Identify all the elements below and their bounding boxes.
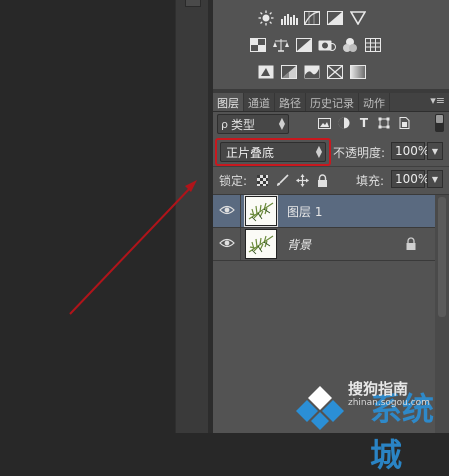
- filter-kind-label: 类型: [230, 117, 255, 132]
- tab-history[interactable]: 历史记录: [306, 93, 359, 111]
- layer-name[interactable]: 背景: [287, 236, 311, 253]
- tab-paths[interactable]: 路径: [275, 93, 306, 111]
- lock-move-icon[interactable]: [295, 173, 309, 187]
- watermark-logo-icon: [296, 386, 344, 430]
- eye-separator: [240, 195, 241, 227]
- bw-icon[interactable]: [295, 37, 313, 53]
- filter-kind-select[interactable]: ρ 类型 ▲ ▼: [217, 114, 289, 134]
- threshold-icon[interactable]: [303, 64, 321, 80]
- vibrance-icon[interactable]: [249, 37, 267, 53]
- lock-all-icon[interactable]: [315, 173, 329, 187]
- layers-list: 图层 1 背景: [213, 195, 449, 261]
- watermark-url: zhinan.sogou.com: [348, 398, 430, 408]
- scrollbar-thumb[interactable]: [438, 197, 446, 317]
- adjustments-row-1: [257, 10, 367, 26]
- layer-thumbnail[interactable]: [245, 229, 277, 259]
- panel-menu-icon[interactable]: ▾≡: [430, 93, 449, 111]
- shape-filter-icon[interactable]: [377, 116, 391, 130]
- eye-icon[interactable]: [219, 236, 235, 250]
- tab-actions[interactable]: 动作: [359, 93, 390, 111]
- opacity-dropdown-icon[interactable]: ▼: [427, 142, 443, 160]
- lock-label: 锁定:: [219, 174, 248, 188]
- layer-filter-row: ρ 类型 ▲ ▼ T: [217, 114, 445, 134]
- spinner-arrows-icon: ▲ ▼: [315, 144, 322, 159]
- fill-label: 填充:: [356, 174, 385, 188]
- balance-icon[interactable]: [272, 37, 290, 53]
- layer-name[interactable]: 图层 1: [287, 203, 322, 220]
- opacity-label: 不透明度:: [333, 146, 386, 160]
- fill-dropdown-icon[interactable]: ▼: [427, 170, 443, 188]
- document-canvas[interactable]: [0, 0, 175, 433]
- color-lookup-icon[interactable]: [364, 37, 382, 53]
- layer-row[interactable]: 图层 1: [213, 195, 449, 228]
- adjustments-row-3: [257, 64, 367, 80]
- collapsed-panel-strip: [175, 0, 209, 433]
- lock-transparent-icon[interactable]: [255, 173, 269, 187]
- selective-color-icon[interactable]: [349, 64, 367, 80]
- watermark-brand: 搜狗指南: [348, 380, 409, 398]
- eye-separator: [240, 228, 241, 260]
- channel-mixer-icon[interactable]: [341, 37, 359, 53]
- adjustments-row-2: [249, 37, 382, 53]
- exposure-icon[interactable]: [326, 10, 344, 26]
- layer-thumbnail[interactable]: [244, 195, 278, 227]
- invert-icon[interactable]: [257, 64, 275, 80]
- fill-input[interactable]: 100%: [391, 170, 429, 188]
- lock-paint-icon[interactable]: [275, 173, 289, 187]
- smart-object-filter-icon[interactable]: [397, 116, 411, 130]
- right-panel-dock: 图层 通道 路径 历史记录 动作 ▾≡ ρ 类型 ▲▼ T 正片叠底 ▲▼: [213, 0, 449, 433]
- posterize-icon[interactable]: [280, 64, 298, 80]
- panel-tabs: 图层 通道 路径 历史记录 动作 ▾≡: [213, 93, 449, 112]
- curves-icon[interactable]: [303, 10, 321, 26]
- watermark: 系统城 搜狗指南 zhinan.sogou.com: [296, 376, 449, 474]
- photo-filter-icon[interactable]: [318, 37, 336, 53]
- spinner-arrows-icon: ▲ ▼: [278, 116, 285, 131]
- lock-fill-row: 锁定: 填充: 100% ▼: [213, 166, 449, 195]
- filter-toggle-switch[interactable]: [435, 114, 444, 132]
- opacity-input[interactable]: 100%: [391, 142, 429, 160]
- gradient-map-icon[interactable]: [326, 64, 344, 80]
- eye-icon[interactable]: [219, 203, 235, 217]
- blend-mode-value: 正片叠底: [226, 145, 275, 160]
- triangle-icon[interactable]: [349, 10, 367, 26]
- tab-layers[interactable]: 图层: [213, 93, 244, 111]
- levels-icon[interactable]: [280, 10, 298, 26]
- blend-mode-select[interactable]: 正片叠底 ▲ ▼: [220, 142, 326, 162]
- image-filter-icon[interactable]: [317, 116, 331, 130]
- layer-row[interactable]: 背景: [213, 228, 449, 261]
- brightness-icon[interactable]: [257, 10, 275, 26]
- adjustments-panel: [213, 0, 449, 89]
- layer-lock-icon: [406, 237, 416, 250]
- panel-grip[interactable]: [185, 0, 201, 7]
- adjustment-filter-icon[interactable]: [337, 116, 351, 130]
- blend-opacity-row: 正片叠底 ▲ ▼ 不透明度: 100% ▼: [213, 136, 449, 167]
- search-icon: ρ: [221, 117, 228, 131]
- tab-channels[interactable]: 通道: [244, 93, 275, 111]
- type-filter-icon[interactable]: T: [357, 116, 371, 130]
